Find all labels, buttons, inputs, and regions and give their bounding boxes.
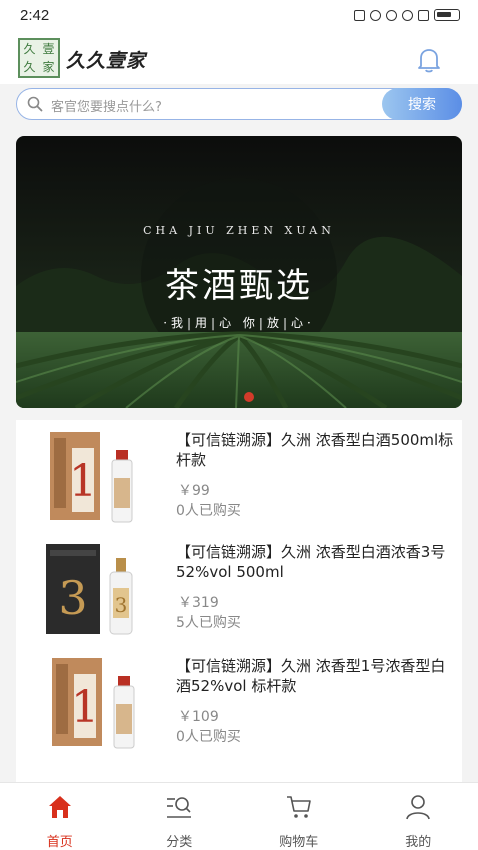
banner-slogan: ·我|用|心 你|放|心· [163, 316, 315, 330]
app-header: 久 壹 久 家 久久壹家 [0, 32, 478, 84]
product-sold-count: 0人已购买 [176, 729, 241, 745]
product-title[interactable]: 【可信链溯源】久洲 浓香型白酒浓香3号 52%vol 500ml [176, 542, 456, 582]
app-logo: 久 壹 久 家 [18, 38, 60, 78]
status-time: 2:42 [20, 7, 50, 24]
app-title: 久久壹家 [66, 50, 147, 72]
home-icon [48, 796, 71, 818]
tab-label: 我的 [405, 835, 432, 850]
search-icon [27, 96, 43, 112]
wifi-icon [402, 9, 413, 21]
product-image: 1 [52, 658, 135, 749]
product-item[interactable]: 3 3 【可信链溯源】久洲 浓香型白酒浓香3号 52%vol 500ml ￥31… [16, 532, 462, 644]
svg-text:3: 3 [115, 593, 128, 617]
battery-icon [434, 9, 460, 21]
logo-char: 壹 [42, 42, 55, 56]
user-icon [406, 795, 431, 820]
status-icons [354, 9, 460, 21]
category-search-icon [167, 797, 192, 818]
product-item[interactable]: 1 【可信链溯源】久洲 浓香型白酒500ml标杆款 ￥99 0人已购买 [16, 420, 462, 532]
cart-icon [286, 796, 311, 818]
carousel-indicator[interactable] [244, 392, 254, 402]
bell-icon[interactable] [416, 46, 442, 74]
box-number: 1 [69, 456, 97, 507]
nfc-icon [354, 9, 365, 21]
search-button[interactable]: 搜索 [382, 88, 462, 120]
product-item[interactable]: 1 【可信链溯源】久洲 浓香型1号浓香型白酒52%vol 标杆款 ￥109 0人… [16, 646, 462, 758]
tab-profile[interactable]: 我的 [359, 783, 478, 850]
sim-icon [418, 9, 429, 21]
product-list: 1 【可信链溯源】久洲 浓香型白酒500ml标杆款 ￥99 0人已购买 3 3 … [16, 420, 462, 782]
bluetooth-icon [370, 9, 381, 21]
search-bar[interactable]: 客官您要搜点什么? 搜索 [16, 88, 462, 120]
box-number: 1 [71, 682, 99, 733]
search-input[interactable]: 客官您要搜点什么? [51, 96, 162, 115]
tab-label: 分类 [166, 835, 193, 850]
product-title[interactable]: 【可信链溯源】久洲 浓香型白酒500ml标杆款 [176, 430, 456, 470]
product-price: ￥319 [178, 595, 219, 611]
product-price: ￥99 [178, 483, 210, 499]
logo-char: 久 [23, 60, 36, 74]
box-number: 3 [58, 571, 87, 625]
bottom-tab-bar: 首页 分类 购物车 我的 [0, 782, 478, 850]
product-sold-count: 0人已购买 [176, 503, 241, 519]
tab-label: 首页 [46, 835, 73, 850]
product-title[interactable]: 【可信链溯源】久洲 浓香型1号浓香型白酒52%vol 标杆款 [176, 656, 456, 696]
tab-home[interactable]: 首页 [0, 783, 120, 850]
product-image: 3 3 [46, 544, 133, 635]
banner-title: 茶酒甄选 [165, 266, 313, 306]
banner-subtitle: CHA JIU ZHEN XUAN [143, 224, 335, 237]
mute-icon [386, 9, 397, 21]
tab-label: 购物车 [279, 835, 319, 850]
product-price: ￥109 [178, 709, 219, 725]
product-sold-count: 5人已购买 [176, 615, 241, 631]
status-bar: 2:42 [0, 0, 478, 32]
banner-carousel[interactable]: CHA JIU ZHEN XUAN 茶酒甄选 ·我|用|心 你|放|心· [16, 136, 462, 408]
logo-char: 家 [42, 60, 55, 74]
logo-char: 久 [23, 42, 36, 56]
product-image: 1 [50, 432, 133, 523]
tab-cart[interactable]: 购物车 [239, 783, 359, 850]
tab-category[interactable]: 分类 [120, 783, 240, 850]
